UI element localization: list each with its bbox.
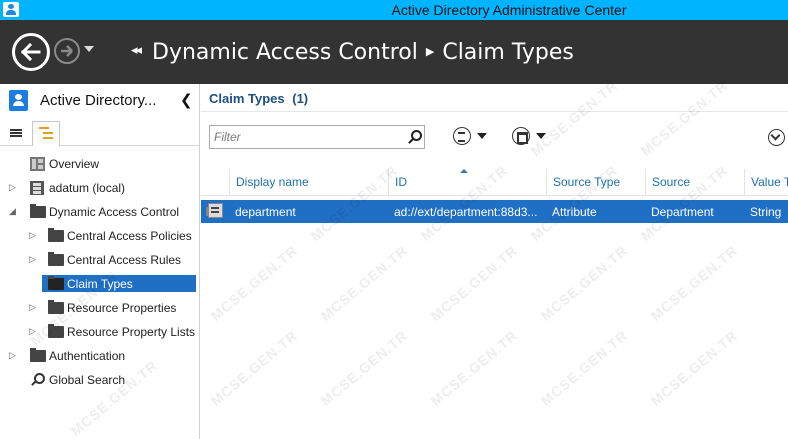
tree-item-label: Dynamic Access Control	[49, 205, 180, 219]
column-header-source-type[interactable]: Source Type	[546, 169, 645, 196]
list-options-icon	[453, 127, 471, 145]
tree-item-label: Central Access Policies	[67, 229, 192, 243]
table-header: Display name ID Source Type Source Value…	[201, 169, 788, 196]
back-button[interactable]	[12, 33, 50, 71]
folder-icon	[48, 300, 64, 314]
tree-item-label: Resource Properties	[67, 301, 177, 315]
breadcrumb: Dynamic Access Control ▶ Claim Types	[152, 40, 574, 65]
cell-source: Department	[651, 205, 714, 219]
tree-item-label: Central Access Rules	[67, 253, 182, 267]
item-count: (1)	[292, 91, 309, 106]
expand-arrow-icon[interactable]: ▷	[29, 230, 36, 241]
column-header-display-name[interactable]: Display name	[229, 169, 388, 196]
save-query-button[interactable]	[512, 127, 552, 147]
tree-item-central-access-policies[interactable]: ▷ Central Access Policies	[0, 226, 199, 246]
tree-item-dynamic-access-control[interactable]: ◢ Dynamic Access Control	[0, 202, 199, 222]
expand-toolbar-icon[interactable]	[768, 129, 785, 146]
tree-item-label: Claim Types	[67, 277, 133, 291]
active-directory-icon	[9, 90, 28, 111]
overview-icon	[30, 157, 45, 171]
forward-arrow-icon	[61, 45, 73, 57]
tree-item-overview[interactable]: Overview	[0, 154, 199, 174]
tree-item-adatum-local[interactable]: ▷ adatum (local)	[0, 178, 199, 198]
window-title-bar: Active Directory Administrative Center	[0, 0, 788, 20]
navigation-header: ◂◂ Dynamic Access Control ▶ Claim Types	[0, 20, 788, 84]
history-dropdown-icon[interactable]	[84, 46, 94, 52]
navigation-pane-title: Active Directory...	[40, 92, 157, 109]
cell-display-name: department	[235, 205, 296, 219]
list-view-button[interactable]	[6, 124, 26, 142]
navigation-pane: Active Directory... ❮ Overview ▷ adatum …	[0, 84, 200, 439]
expand-arrow-icon[interactable]: ▷	[29, 302, 36, 313]
main-content-pane: Claim Types (1) Display name ID Source T…	[201, 84, 788, 439]
dropdown-arrow-icon	[536, 133, 546, 139]
folder-icon	[30, 348, 46, 362]
domain-icon	[30, 181, 44, 195]
list-view-icon	[10, 129, 22, 137]
tree-item-resource-properties[interactable]: ▷ Resource Properties	[0, 298, 199, 318]
forward-button[interactable]	[54, 38, 80, 64]
cell-source-type: Attribute	[552, 205, 597, 219]
search-icon	[30, 372, 45, 386]
cell-value-type: String	[750, 205, 782, 219]
navigation-pane-header: Active Directory... ❮	[0, 84, 199, 118]
list-toolbar	[201, 111, 788, 173]
save-icon	[512, 127, 530, 145]
folder-icon	[30, 204, 46, 218]
tree-item-label: Authentication	[49, 349, 126, 363]
breadcrumb-item-dynamic-access-control[interactable]: Dynamic Access Control	[152, 40, 418, 65]
dropdown-arrow-icon	[477, 133, 487, 139]
tree-item-global-search[interactable]: Global Search	[0, 370, 199, 390]
main-pane-title: Claim Types (1)	[209, 91, 308, 106]
expand-arrow-icon[interactable]: ▷	[9, 350, 16, 361]
collapse-pane-icon[interactable]: ❮	[180, 91, 193, 109]
tree-item-label: Global Search	[49, 373, 126, 387]
claim-types-table: Display name ID Source Type Source Value…	[201, 169, 788, 223]
filter-field[interactable]	[209, 125, 425, 149]
tree-item-label: Overview	[49, 157, 100, 171]
window-title: Active Directory Administrative Center	[391, 2, 627, 18]
tree-item-resource-property-lists[interactable]: ▷ Resource Property Lists	[0, 322, 199, 342]
tree-item-label: Resource Property Lists	[67, 325, 196, 339]
column-header-source[interactable]: Source	[645, 169, 744, 196]
column-header-value-type[interactable]: Value T	[744, 169, 788, 196]
filter-input[interactable]	[214, 128, 404, 146]
view-switcher	[0, 118, 199, 146]
tree-view-icon	[39, 127, 53, 139]
breadcrumb-back-chevron-icon[interactable]: ◂◂	[131, 42, 142, 58]
cell-id: ad://ext/department:88d3...	[394, 205, 538, 219]
main-title: Claim Types	[209, 91, 285, 106]
filter-search-icon[interactable]	[406, 129, 422, 145]
expand-arrow-icon[interactable]: ▷	[29, 326, 36, 337]
column-header-id[interactable]: ID	[388, 169, 546, 196]
folder-icon	[48, 324, 64, 338]
add-criteria-button[interactable]	[453, 127, 493, 147]
breadcrumb-item-claim-types[interactable]: Claim Types	[442, 40, 573, 65]
tree-view-tab[interactable]	[32, 121, 60, 146]
tree-item-authentication[interactable]: ▷ Authentication	[0, 346, 199, 366]
tree-item-central-access-rules[interactable]: ▷ Central Access Rules	[0, 250, 199, 270]
folder-icon	[48, 228, 64, 242]
claim-type-icon	[206, 203, 223, 218]
table-row[interactable]: department ad://ext/department:88d3... A…	[201, 200, 788, 223]
tree-item-claim-types[interactable]: Claim Types	[0, 274, 199, 294]
expand-arrow-icon[interactable]: ▷	[29, 254, 36, 265]
folder-icon	[48, 252, 64, 266]
expand-arrow-icon[interactable]: ▷	[9, 182, 16, 193]
breadcrumb-separator-icon[interactable]: ▶	[426, 45, 434, 58]
back-arrow-icon	[20, 42, 41, 62]
collapse-arrow-icon[interactable]: ◢	[9, 206, 16, 217]
folder-icon	[48, 276, 64, 290]
tree-item-label: adatum (local)	[49, 181, 126, 195]
